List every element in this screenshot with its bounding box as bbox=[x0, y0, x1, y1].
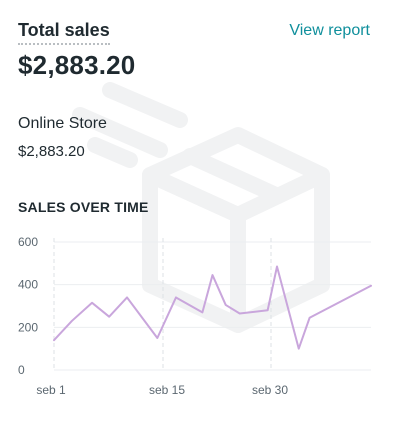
card-title: Total sales bbox=[18, 20, 110, 45]
total-sales-value: $2,883.20 bbox=[18, 50, 136, 80]
channel-name: Online Store bbox=[18, 115, 107, 132]
series-line bbox=[53, 265, 372, 350]
total-sales-card: Total sales View report $2,883.20 Online… bbox=[0, 0, 400, 422]
y-tick-label: 200 bbox=[18, 320, 38, 334]
x-tick-label: seb 15 bbox=[149, 383, 185, 397]
x-tick-label: seb 1 bbox=[36, 383, 66, 397]
y-tick-label: 0 bbox=[18, 363, 25, 377]
view-report-link[interactable]: View report bbox=[289, 22, 370, 40]
y-tick-label: 600 bbox=[18, 235, 38, 249]
x-tick-label: seb 30 bbox=[252, 383, 288, 397]
channel-value: $2,883.20 bbox=[18, 143, 85, 160]
chart-section-title: SALES OVER TIME bbox=[18, 199, 149, 215]
sales-over-time-chart: 0 200 400 600 seb 1 seb 15 seb 30 bbox=[18, 235, 372, 397]
y-tick-label: 400 bbox=[18, 278, 38, 292]
